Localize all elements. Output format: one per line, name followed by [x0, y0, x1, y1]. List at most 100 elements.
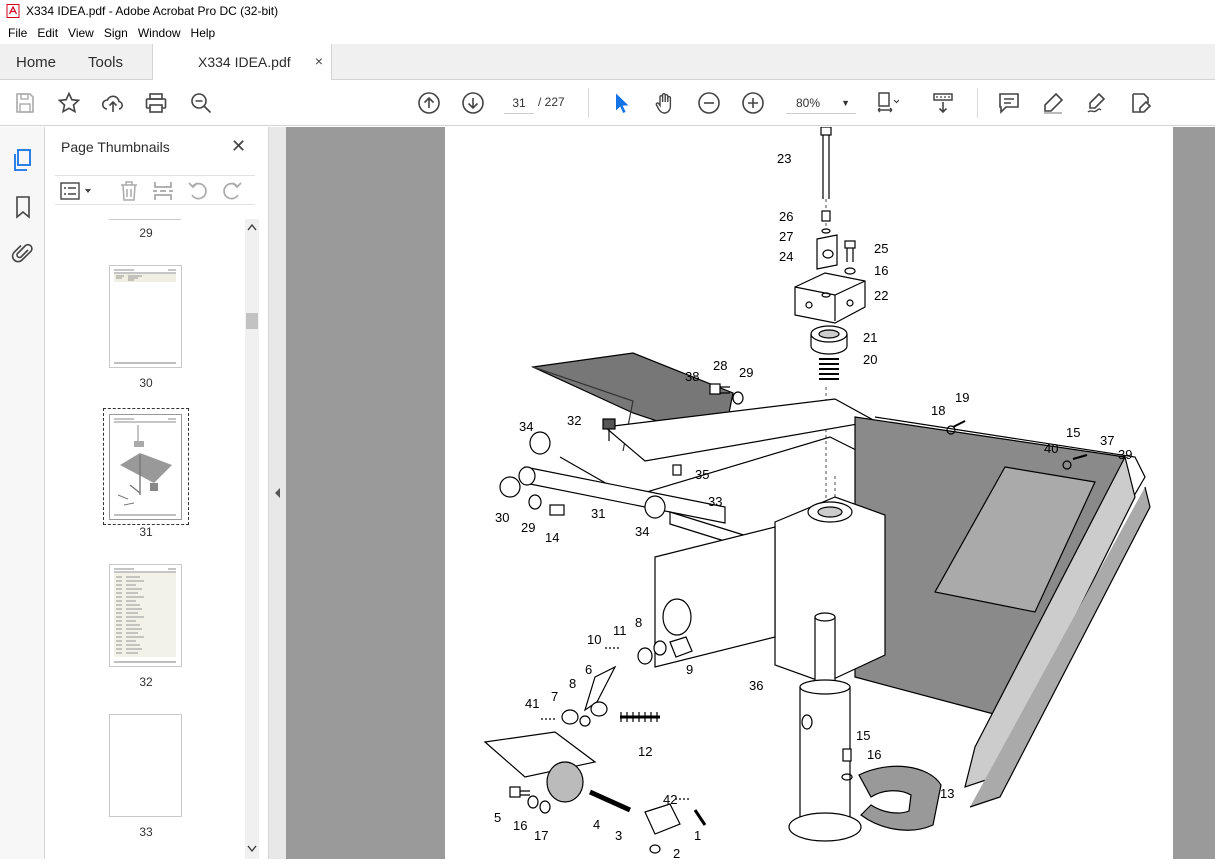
callout-label: 30: [495, 510, 509, 525]
previous-page-icon[interactable]: [417, 91, 441, 115]
callout-label: 20: [863, 352, 877, 367]
callout-label: 23: [777, 151, 791, 166]
collapse-arrow-icon[interactable]: [273, 487, 282, 499]
zoom-in-icon[interactable]: [741, 91, 765, 115]
tab-close-icon[interactable]: ×: [315, 53, 323, 69]
menu-sign[interactable]: Sign: [104, 26, 128, 40]
thumbnail-page-number: 33: [139, 825, 153, 839]
extract-page-icon[interactable]: [152, 180, 174, 202]
thumbnail-preview: [114, 269, 176, 364]
callout-label: 12: [638, 744, 652, 759]
callout-label: 8: [569, 676, 576, 691]
tab-home[interactable]: Home: [16, 54, 56, 71]
panel-title: Page Thumbnails: [61, 139, 170, 155]
callout-label: 2: [673, 846, 680, 859]
page-fit-icon[interactable]: [875, 91, 900, 115]
thumbnail-page-30[interactable]: [109, 265, 182, 368]
scroll-down-icon[interactable]: [247, 845, 257, 853]
callout-label: 29: [521, 520, 535, 535]
rotate-clockwise-icon[interactable]: [221, 180, 243, 202]
thumbnail-page-number: 32: [139, 675, 153, 689]
callout-label: 3: [615, 828, 622, 843]
comment-icon[interactable]: [997, 91, 1021, 115]
thumbnail-toolbar: [55, 175, 255, 205]
find-zoom-icon[interactable]: [189, 91, 213, 115]
callout-label: 40: [1044, 441, 1058, 456]
callout-label: 27: [779, 229, 793, 244]
tab-document-label: X334 IDEA.pdf: [198, 54, 291, 70]
save-icon[interactable]: [13, 91, 37, 115]
title-bar: X334 IDEA.pdf - Adobe Acrobat Pro DC (32…: [0, 0, 1215, 22]
callout-label: 25: [874, 241, 888, 256]
main-toolbar: 31 / 227 80% ▼: [0, 80, 1215, 126]
select-cursor-icon[interactable]: [609, 91, 633, 115]
highlight-pen-icon[interactable]: [1041, 91, 1065, 115]
bookmark-star-icon[interactable]: [57, 91, 81, 115]
thumbnail-page-number: 29: [139, 226, 153, 240]
menu-window[interactable]: Window: [138, 26, 181, 40]
delete-page-icon[interactable]: [119, 180, 139, 202]
callout-label: 9: [686, 662, 693, 677]
close-icon[interactable]: ✕: [231, 136, 246, 157]
menu-bar: File Edit View Sign Window Help: [0, 22, 1215, 44]
callout-label: 14: [545, 530, 559, 545]
scroll-mode-icon[interactable]: [931, 91, 955, 115]
page-thumbnails-panel: Page Thumbnails ✕ 29 30 31 32 33: [45, 127, 269, 859]
thumbnail-preview: [114, 568, 176, 663]
callout-label: 1: [694, 828, 701, 843]
callout-label: 34: [635, 524, 649, 539]
callout-label: 29: [739, 365, 753, 380]
callout-label: 24: [779, 249, 793, 264]
callout-label: 18: [931, 403, 945, 418]
scrollbar-thumb[interactable]: [246, 313, 258, 329]
menu-edit[interactable]: Edit: [37, 26, 58, 40]
callout-label: 16: [513, 818, 527, 833]
callout-label: 13: [940, 786, 954, 801]
scroll-up-icon[interactable]: [247, 223, 257, 231]
callout-label: 42: [663, 792, 677, 807]
page-thumbnails-icon[interactable]: [11, 148, 35, 172]
next-page-icon[interactable]: [461, 91, 485, 115]
callout-label: 5: [494, 810, 501, 825]
page-number-input[interactable]: 31: [504, 92, 534, 114]
zoom-out-icon[interactable]: [697, 91, 721, 115]
edit-pdf-icon[interactable]: [1129, 91, 1153, 115]
thumbnail-list: 29 30 31 32 33: [55, 219, 245, 859]
thumbnail-page-31[interactable]: [109, 414, 182, 520]
rotate-counterclockwise-icon[interactable]: [187, 180, 209, 202]
callout-label: 15: [856, 728, 870, 743]
tab-tools[interactable]: Tools: [88, 54, 123, 71]
thumbnail-options-icon[interactable]: [60, 182, 94, 200]
attachments-icon[interactable]: [11, 241, 35, 265]
window-title: X334 IDEA.pdf - Adobe Acrobat Pro DC (32…: [26, 4, 279, 18]
tab-document[interactable]: X334 IDEA.pdf ×: [152, 44, 332, 81]
fill-sign-icon[interactable]: [1085, 91, 1109, 115]
menu-view[interactable]: View: [68, 26, 94, 40]
callout-label: 41: [525, 696, 539, 711]
callout-label: 17: [534, 828, 548, 843]
thumbnail-page-number: 31: [139, 525, 153, 539]
thumbnail-page-33[interactable]: [109, 714, 182, 817]
print-icon[interactable]: [144, 91, 168, 115]
chevron-down-icon: ▼: [841, 98, 850, 108]
menu-help[interactable]: Help: [191, 26, 216, 40]
callout-label: 34: [519, 419, 533, 434]
hand-tool-icon[interactable]: [653, 91, 677, 115]
callout-label: 26: [779, 209, 793, 224]
toolbar-divider: [588, 88, 589, 118]
panel-collapse-strip[interactable]: [269, 127, 286, 859]
upload-cloud-icon[interactable]: [101, 91, 125, 115]
thumbnail-page-32[interactable]: [109, 564, 182, 667]
zoom-level-select[interactable]: 80% ▼: [786, 92, 856, 114]
callout-label: 37: [1100, 433, 1114, 448]
document-viewer[interactable]: 23 26 27 24 25 16 22 21 20 28 29 38 19 1…: [286, 126, 1215, 861]
bookmarks-icon[interactable]: [11, 195, 35, 219]
callout-label: 6: [585, 662, 592, 677]
thumbnail-scrollbar[interactable]: [245, 219, 259, 859]
callout-label: 28: [713, 358, 727, 373]
thumbnail-edge: [109, 219, 181, 220]
thumbnail-preview: [114, 418, 176, 516]
exploded-parts-drawing: 23 26 27 24 25 16 22 21 20 28 29 38 19 1…: [483, 126, 1151, 861]
callout-label: 38: [685, 369, 699, 384]
menu-file[interactable]: File: [8, 26, 27, 40]
